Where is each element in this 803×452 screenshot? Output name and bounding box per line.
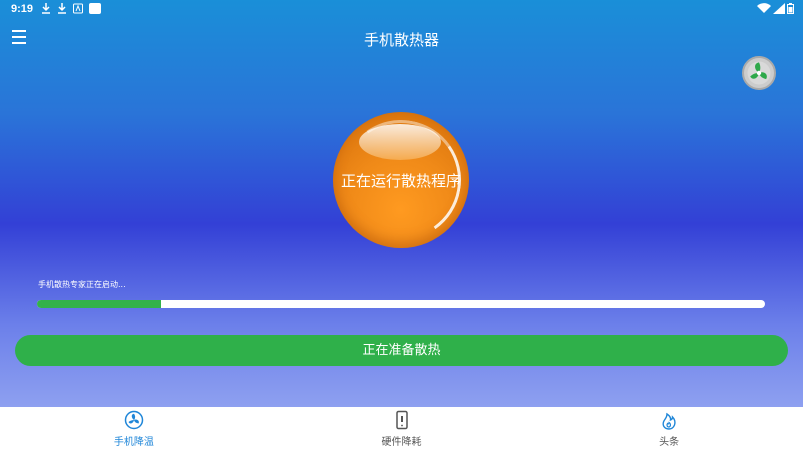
progress-fill xyxy=(37,300,161,308)
signal-icon xyxy=(773,3,785,14)
battery-icon xyxy=(787,3,794,14)
progress-bar xyxy=(37,300,765,308)
nav-item-hardware[interactable]: 硬件降耗 xyxy=(268,407,536,452)
bottom-nav: 手机降温 硬件降耗 头条 xyxy=(0,407,803,452)
nav-label-cooling: 手机降温 xyxy=(113,437,154,448)
status-bar: 9:19 xyxy=(0,0,803,18)
wifi-icon xyxy=(757,3,771,14)
orb-status-text: 正在运行散热程序 xyxy=(340,172,461,190)
prepare-cooling-button[interactable]: 正在准备散热 xyxy=(15,335,788,366)
nav-label-headlines: 头条 xyxy=(659,437,680,448)
progress-label: 手机散热专家正在启动... xyxy=(38,280,126,289)
fan-icon[interactable] xyxy=(742,56,776,90)
square-app-icon xyxy=(89,3,101,14)
phone-icon xyxy=(395,410,408,430)
app-bar: 手机散热器 xyxy=(0,18,803,58)
cooling-orb[interactable]: 正在运行散热程序 xyxy=(331,110,471,250)
fan-icon xyxy=(124,410,144,430)
nav-item-cooling[interactable]: 手机降温 xyxy=(0,407,268,452)
keyboard-app-icon xyxy=(73,3,83,14)
download-icon-2 xyxy=(58,3,66,14)
page-title: 手机散热器 xyxy=(363,31,439,49)
status-time: 9:19 xyxy=(11,3,34,15)
nav-item-headlines[interactable]: 头条 xyxy=(535,407,803,452)
download-icon xyxy=(42,3,50,14)
nav-label-hardware: 硬件降耗 xyxy=(381,437,422,448)
flame-icon xyxy=(662,412,676,430)
